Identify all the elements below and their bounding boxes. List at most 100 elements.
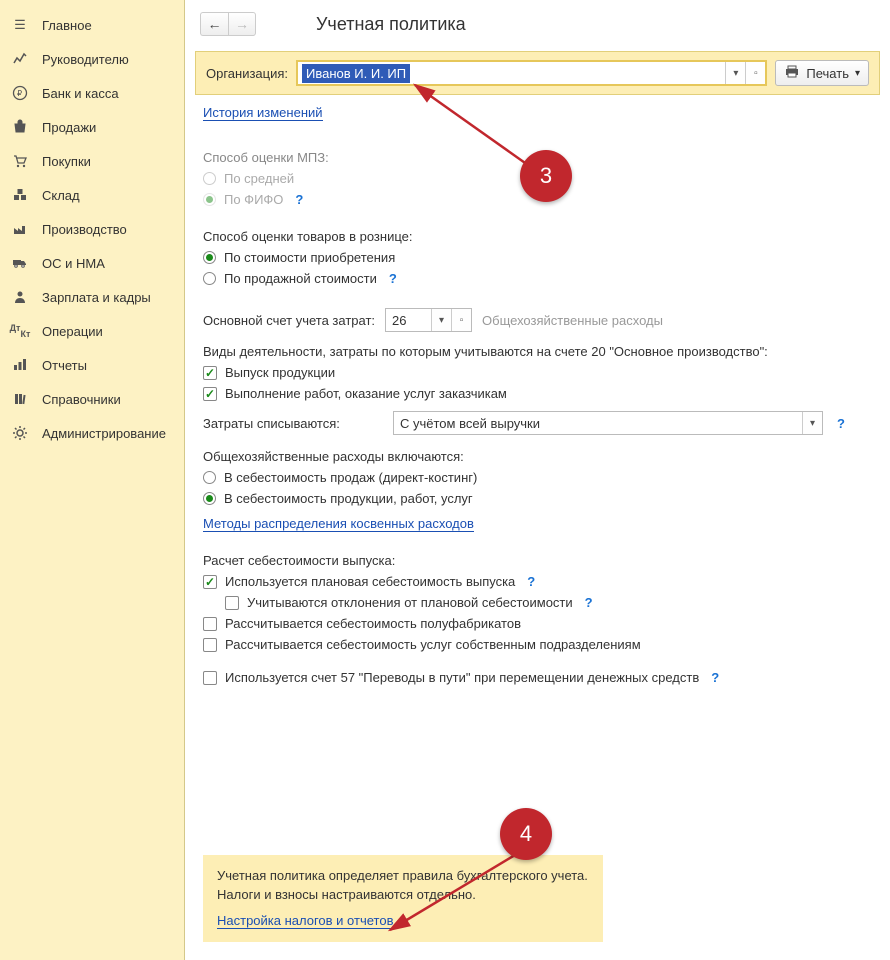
sidebar-item-reports[interactable]: Отчеты [0,348,184,382]
bag-icon [12,119,28,135]
costacct-field[interactable]: 26 ▾ ▫ [385,308,472,332]
writeoff-value: С учётом всей выручки [394,412,802,434]
sidebar-item-label: Главное [42,18,92,33]
radio-label: По стоимости приобретения [224,250,395,265]
costcalc-internal[interactable]: Рассчитывается себестоимость услуг собст… [203,637,872,652]
writeoff-select[interactable]: С учётом всей выручки ▾ [393,411,823,435]
retail-cost-row[interactable]: По стоимости приобретения [203,250,872,265]
gear-icon [12,425,28,441]
help-icon[interactable]: ? [837,416,845,431]
methods-link[interactable]: Методы распределения косвенных расходов [203,516,474,532]
checkbox-label: Выполнение работ, оказание услуг заказчи… [225,386,507,401]
sidebar-item-label: Продажи [42,120,96,135]
radio-label: По продажной стоимости [224,271,377,286]
sidebar-item-label: Операции [42,324,103,339]
checkbox-label: Используется счет 57 "Переводы в пути" п… [225,670,699,685]
ruble-icon: ₽ [12,85,28,101]
dropdown-icon[interactable]: ▾ [431,309,451,331]
sidebar-item-label: Руководителю [42,52,129,67]
overhead-direct[interactable]: В себестоимость продаж (директ-костинг) [203,470,872,485]
sidebar-item-purchases[interactable]: Покупки [0,144,184,178]
dtkt-icon: ДтКт [12,323,28,339]
sidebar-item-admin[interactable]: Администрирование [0,416,184,450]
help-icon[interactable]: ? [389,271,397,286]
sidebar-item-label: ОС и НМА [42,256,105,271]
org-field[interactable]: Иванов И. И. ИП ▾ ▫ [296,60,767,86]
open-dialog-icon[interactable]: ▫ [451,309,471,331]
retail-sale-row[interactable]: По продажной стоимости ? [203,271,872,286]
bars-icon [12,357,28,373]
cart-icon [12,153,28,169]
checkbox-label: Рассчитывается себестоимость полуфабрика… [225,616,521,631]
radio-label: По средней [224,171,294,186]
menu-icon: ☰ [12,17,28,33]
sidebar-item-main[interactable]: ☰ Главное [0,8,184,42]
checkbox-label: Рассчитывается себестоимость услуг собст… [225,637,641,652]
help-icon[interactable]: ? [295,192,303,207]
footer-note: Учетная политика определяет правила бухг… [203,855,603,942]
checkbox-label: Учитываются отклонения от плановой себес… [247,595,573,610]
costacct-row: Основной счет учета затрат: 26 ▾ ▫ Общех… [203,308,872,332]
callout-3: 3 [520,150,572,202]
costcalc-semi[interactable]: Рассчитывается себестоимость полуфабрика… [203,616,872,631]
chart-icon [12,51,28,67]
open-dialog-icon[interactable]: ▫ [745,62,765,84]
boxes-icon [12,187,28,203]
checkbox-icon [203,366,217,380]
svg-text:₽: ₽ [17,89,22,98]
print-label: Печать [806,66,849,81]
sidebar-item-label: Производство [42,222,127,237]
sidebar-item-bank[interactable]: ₽ Банк и касса [0,76,184,110]
sidebar-item-operations[interactable]: ДтКт Операции [0,314,184,348]
factory-icon [12,221,28,237]
radio-icon [203,193,216,206]
toolbar: ← → Учетная политика [185,0,890,36]
sidebar-item-label: Отчеты [42,358,87,373]
radio-icon [203,471,216,484]
help-icon[interactable]: ? [527,574,535,589]
sidebar-item-warehouse[interactable]: Склад [0,178,184,212]
sidebar-item-label: Покупки [42,154,91,169]
page-title: Учетная политика [316,14,466,35]
nav-forward-button[interactable]: → [228,12,256,36]
dropdown-icon[interactable]: ▾ [802,412,822,434]
truck-icon [12,255,28,271]
history-link[interactable]: История изменений [203,105,323,121]
costacct-value: 26 [386,309,431,331]
sidebar-item-catalogs[interactable]: Справочники [0,382,184,416]
sidebar-item-manager[interactable]: Руководителю [0,42,184,76]
activities-produce[interactable]: Выпуск продукции [203,365,872,380]
overhead-full[interactable]: В себестоимость продукции, работ, услуг [203,491,872,506]
radio-icon [203,251,216,264]
sidebar-item-label: Зарплата и кадры [42,290,151,305]
sidebar-item-sales[interactable]: Продажи [0,110,184,144]
sidebar-item-production[interactable]: Производство [0,212,184,246]
sidebar-item-assets[interactable]: ОС и НМА [0,246,184,280]
print-button[interactable]: Печать ▾ [775,60,869,86]
main: ← → Учетная политика Организация: Иванов… [185,0,890,960]
books-icon [12,391,28,407]
org-label: Организация: [206,66,288,81]
radio-label: В себестоимость продукции, работ, услуг [224,491,473,506]
radio-label: По ФИФО [224,192,283,207]
dropdown-icon[interactable]: ▾ [725,62,745,84]
checkbox-icon [203,638,217,652]
checkbox-icon [203,387,217,401]
sidebar-item-label: Склад [42,188,80,203]
radio-icon [203,272,216,285]
tax-settings-link[interactable]: Настройка налогов и отчетов [217,913,393,929]
help-icon[interactable]: ? [711,670,719,685]
writeoff-row: Затраты списываются: С учётом всей выруч… [203,411,872,435]
costcalc-planned[interactable]: Используется плановая себестоимость выпу… [203,574,872,589]
sidebar-item-hr[interactable]: Зарплата и кадры [0,280,184,314]
footer-line2: Налоги и взносы настраиваются отдельно. [217,886,589,904]
activities-services[interactable]: Выполнение работ, оказание услуг заказчи… [203,386,872,401]
writeoff-label: Затраты списываются: [203,416,383,431]
retail-title: Способ оценки товаров в рознице: [203,229,872,244]
footer-line1: Учетная политика определяет правила бухг… [217,867,589,885]
acct57-row[interactable]: Используется счет 57 "Переводы в пути" п… [203,670,872,685]
sidebar-item-label: Банк и касса [42,86,119,101]
costcalc-deviations[interactable]: Учитываются отклонения от плановой себес… [225,595,872,610]
nav-back-button[interactable]: ← [200,12,228,36]
help-icon[interactable]: ? [585,595,593,610]
